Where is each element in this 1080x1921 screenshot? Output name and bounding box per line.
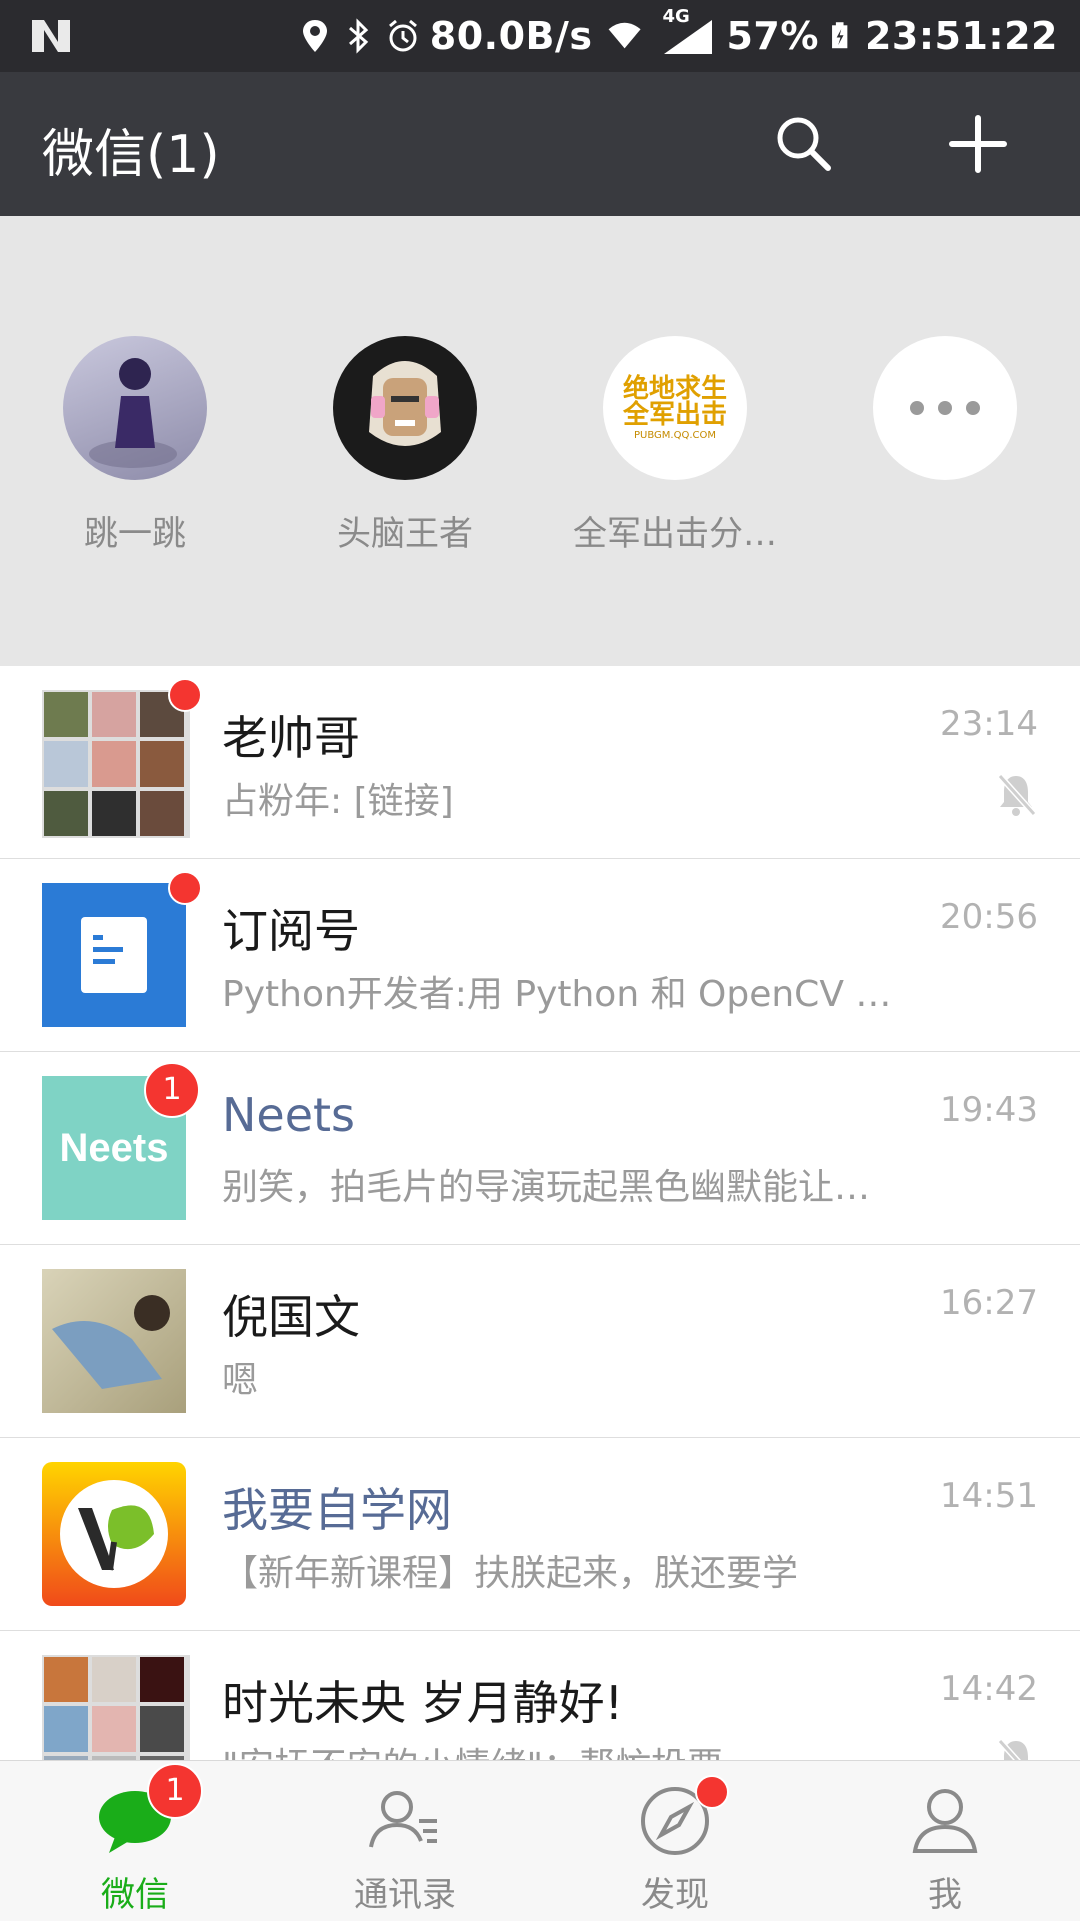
tab-label: 微信 [101,1875,169,1915]
mini-program-item[interactable]: 跳一跳 [30,336,240,555]
chat-preview: 嗯 [222,1360,259,1401]
pubg-logo-text: 全军出击 [622,399,727,430]
chat-row[interactable]: 老帅哥 占粉年: [链接] 23:14 [0,666,1080,859]
document-icon [81,917,147,993]
brain-king-avatar [333,336,477,480]
contacts-icon [365,1781,445,1861]
page-title: 微信(1) [42,125,220,185]
mini-program-label: 跳一跳 [84,514,186,554]
battery-percent: 57% [726,14,819,58]
contact-avatar [42,1269,186,1413]
pubg-logo-text: PUBGM.QQ.COM [633,429,716,441]
professor-face-icon [369,361,441,446]
leaf-logo-icon [60,1480,168,1588]
tab-me[interactable]: 我 [845,1781,1045,1916]
bottom-tab-bar: 1 微信 通讯录 发现 我 [0,1760,1080,1921]
network-type: 4G [662,6,690,27]
chess-piece-icon [89,358,177,468]
chat-row[interactable]: Neets 1 Neets 别笑，拍毛片的导演玩起黑色幽默能让… 19:43 [0,1052,1080,1245]
chat-preview: 占粉年: [链接] [222,781,454,822]
group-avatar [42,690,190,838]
location-icon [302,20,327,52]
chat-bubble-icon: 1 [95,1763,203,1861]
add-icon[interactable] [946,112,1010,176]
pubg-avatar: 绝地求生 全军出击 PUBGM.QQ.COM [603,336,747,480]
chat-time: 19:43 [940,1090,1038,1130]
mini-program-label: 头脑王者 [337,514,473,554]
mute-bell-icon [997,1738,1028,1760]
tab-label: 发现 [641,1875,709,1915]
mute-bell-icon [997,773,1037,817]
chat-time: 14:42 [940,1669,1038,1709]
chat-name: 我要自学网 [222,1483,452,1537]
tab-chats[interactable]: 1 微信 [35,1763,235,1916]
neets-logo-text: Neets [59,1125,169,1170]
more-mini-programs[interactable] [840,336,1050,506]
pubg-logo-text: 绝地求生 [622,373,727,404]
chat-time: 23:14 [940,704,1038,744]
chat-row[interactable]: 时光未央 岁月静好! "安抚不安的小情绪"：帮忙投票 14:42 [0,1631,1080,1760]
unread-count-badge: 1 [144,1062,200,1118]
more-icon [873,336,1017,480]
notification-n-icon [32,20,70,52]
search-icon[interactable] [772,112,836,176]
tab-unread-dot [695,1775,729,1809]
chat-name: Neets [222,1088,356,1142]
jump-game-avatar [63,336,207,480]
status-bar: 80.0B/s 4G 57% 23:51:22 [0,0,1080,72]
bluetooth-icon [348,18,368,54]
network-speed: 80.0B/s [429,14,593,58]
chat-preview: Python开发者:用 Python 和 OpenCV 检… [222,974,922,1015]
chat-row[interactable]: 我要自学网 【新年新课程】扶朕起来，朕还要学 14:51 [0,1438,1080,1631]
subscriptions-avatar [42,883,186,1027]
chat-list: 老帅哥 占粉年: [链接] 23:14 订阅号 Python开发者:用 Pyth… [0,666,1080,1760]
clock: 23:51:22 [864,14,1058,58]
chat-time: 20:56 [940,897,1038,937]
zixue-avatar [42,1462,186,1606]
app-header: 微信(1) [0,72,1080,216]
tab-label: 通讯录 [354,1875,456,1915]
chat-preview: 【新年新课程】扶朕起来，朕还要学 [222,1553,799,1594]
tab-discover[interactable]: 发现 [575,1775,775,1916]
profile-icon [905,1781,985,1861]
tab-unread-badge: 1 [147,1763,203,1819]
cellular-signal: 4G [656,6,716,56]
mini-program-item[interactable]: 绝地求生 全军出击 PUBGM.QQ.COM 全军出击分… [570,336,780,555]
chat-name: 老帅哥 [222,711,360,765]
chat-preview: "安抚不安的小情绪"：帮忙投票 [222,1737,922,1760]
chat-preview: 别笑，拍毛片的导演玩起黑色幽默能让… [222,1167,871,1208]
chat-name: 倪国文 [222,1290,360,1344]
mini-program-item[interactable]: 头脑王者 [300,336,510,555]
alarm-icon [388,19,417,52]
wifi-icon [609,22,642,49]
chat-name: 订阅号 [222,904,360,958]
group-avatar [42,1655,190,1760]
compass-icon [635,1775,729,1861]
chat-name: 时光未央 岁月静好! [222,1676,624,1730]
photo-icon [52,1295,170,1389]
mini-program-label: 全军出击分… [573,514,777,554]
chat-row[interactable]: 倪国文 嗯 16:27 [0,1245,1080,1438]
battery-charging-icon [832,22,848,49]
chat-time: 16:27 [940,1283,1038,1323]
tab-label: 我 [928,1875,962,1915]
mini-programs-panel: 跳一跳 头脑王者 绝地求生 全军出击 PUBGM.QQ.COM 全军出击分… [0,216,1080,666]
chat-time: 14:51 [940,1476,1038,1516]
tab-contacts[interactable]: 通讯录 [305,1781,505,1916]
chat-row[interactable]: 订阅号 Python开发者:用 Python 和 OpenCV 检… 20:56 [0,859,1080,1052]
unread-dot [168,678,202,712]
unread-dot [168,871,202,905]
